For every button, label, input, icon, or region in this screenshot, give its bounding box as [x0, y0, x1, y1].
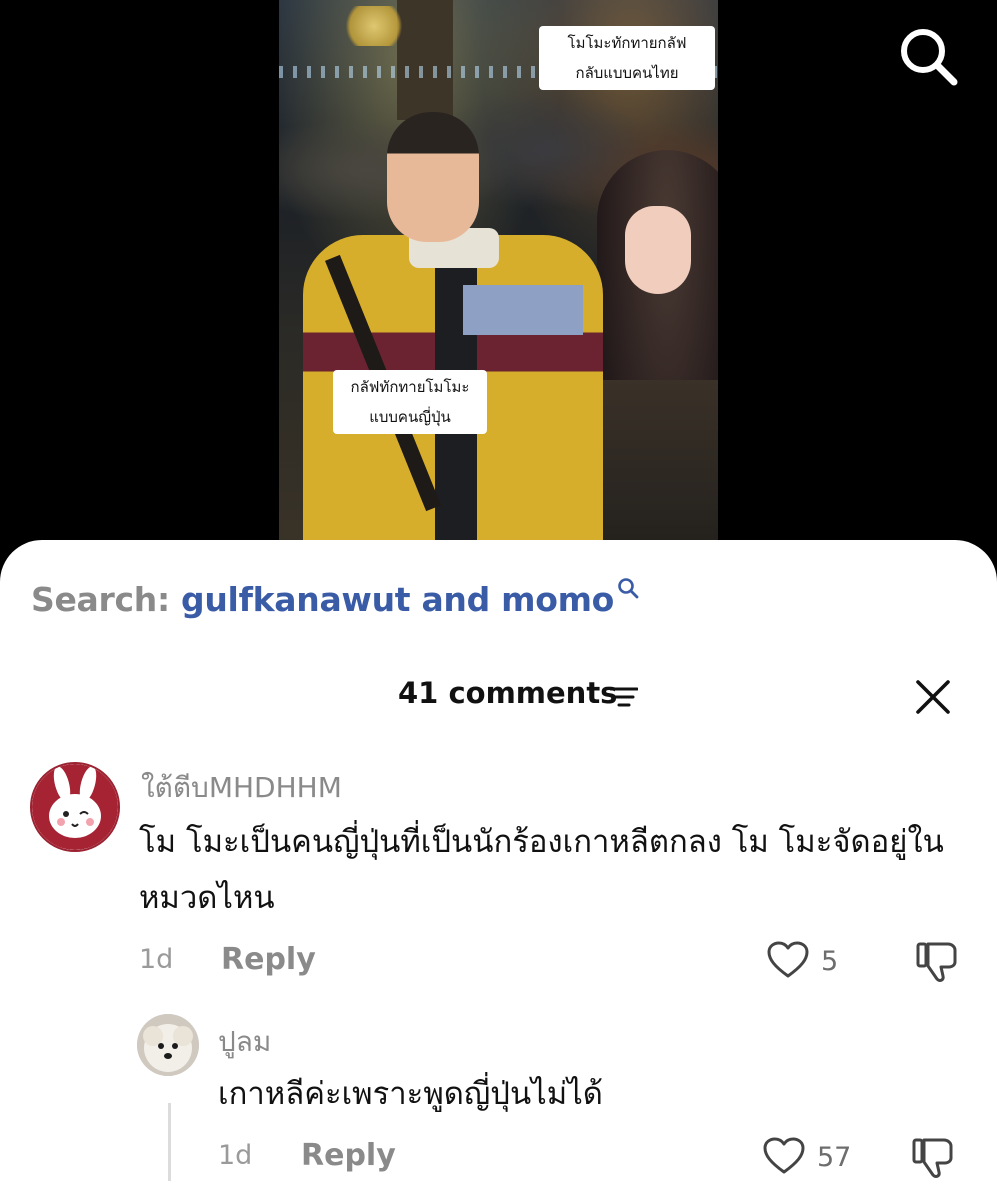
comment-username[interactable]: ใต้ตีบMHDHHM: [141, 766, 342, 810]
dislike-icon[interactable]: [910, 1136, 956, 1180]
comment-count: 41 comments: [398, 676, 618, 710]
heart-icon[interactable]: [762, 1136, 806, 1176]
woman-coat: [595, 380, 718, 560]
dislike-icon[interactable]: [914, 940, 960, 984]
caption-line: กลัฟทักทายโมโมะ: [350, 378, 470, 396]
comment-text: โม โมะเป็นคนญี่ปุ่นที่เป็นนักร้องเกาหลีต…: [139, 824, 944, 916]
background-sign: [339, 6, 409, 46]
heart-icon[interactable]: [766, 940, 810, 980]
woman-face: [625, 206, 691, 294]
search-query-link[interactable]: gulfkanawut and momo: [181, 580, 614, 619]
search-suggestion[interactable]: Search: gulfkanawut and momo: [31, 578, 639, 619]
video-caption-middle: กลัฟทักทายโมโมะ แบบคนญี่ปุ่น: [333, 370, 487, 434]
search-label: Search:: [31, 580, 182, 619]
dog-avatar-icon: [137, 1014, 199, 1076]
caption-line: แบบคนญี่ปุ่น: [369, 408, 451, 426]
comment-text: เกาหลีค่ะเพราะพูดญี่ปุ่นไม่ได้: [218, 1076, 603, 1112]
like-count: 5: [821, 946, 839, 977]
man-head: [387, 112, 479, 242]
reply-button[interactable]: Reply: [221, 942, 316, 977]
video-frame[interactable]: โมโมะทักทายกลัฟ กลับแบบคนไทย กลัฟทักทายโ…: [279, 0, 718, 560]
caption-line: โมโมะทักทายกลัฟ: [567, 34, 687, 52]
reply-button[interactable]: Reply: [301, 1138, 396, 1173]
close-icon[interactable]: [914, 678, 952, 716]
comments-sheet: Search: gulfkanawut and momo 41 comments: [0, 540, 997, 1200]
avatar[interactable]: [137, 1014, 199, 1076]
comments-header: 41 comments: [0, 672, 997, 720]
avatar[interactable]: [30, 762, 120, 852]
video-caption-top: โมโมะทักทายกลัฟ กลับแบบคนไทย: [539, 26, 715, 90]
comment-timestamp: 1d: [139, 944, 174, 975]
reply-thread-line: [168, 1103, 171, 1181]
search-icon[interactable]: [896, 24, 962, 90]
video-player[interactable]: โมโมะทักทายกลัฟ กลับแบบคนไทย กลัฟทักทายโ…: [0, 0, 997, 560]
filter-sort-icon[interactable]: [610, 686, 638, 708]
caption-line: กลับแบบคนไทย: [575, 64, 679, 82]
rabbit-avatar-icon: [32, 764, 118, 850]
comment-username[interactable]: ปูลม: [218, 1020, 271, 1064]
search-icon: [618, 578, 639, 599]
like-count: 57: [817, 1142, 852, 1173]
comment-timestamp: 1d: [218, 1140, 253, 1171]
